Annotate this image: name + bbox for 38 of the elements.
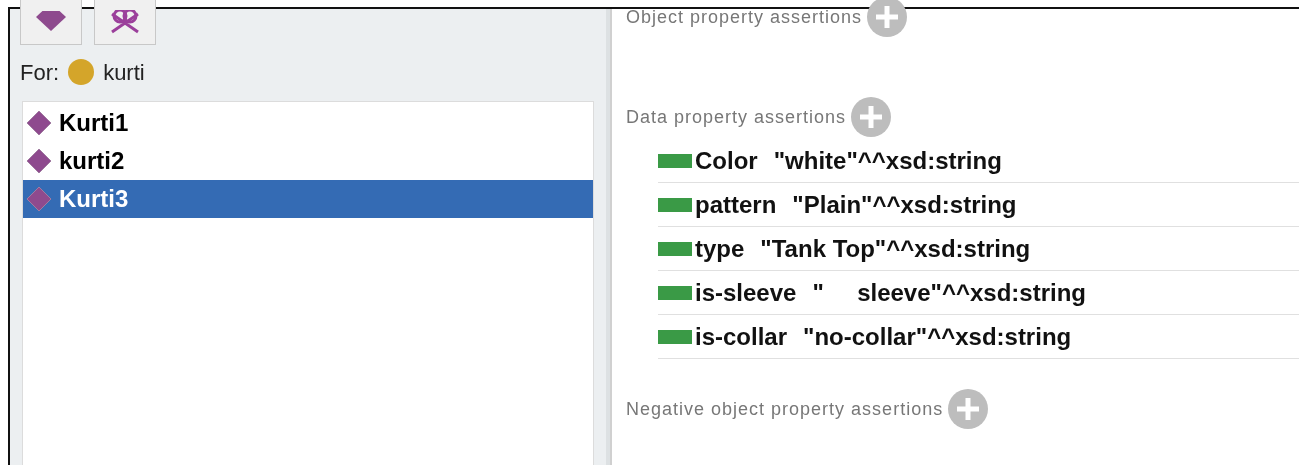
property-value: "no-collar"^^xsd:string bbox=[803, 321, 1072, 352]
property-name: is-sleeve bbox=[695, 277, 797, 308]
property-name: is-collar bbox=[695, 321, 788, 352]
assertion-row[interactable]: is-collar "no-collar"^^xsd:string bbox=[658, 315, 1299, 359]
data-property-icon bbox=[658, 197, 692, 212]
section-title: Data property assertions bbox=[626, 105, 847, 129]
class-name: kurti bbox=[103, 58, 145, 87]
property-value: "Plain"^^xsd:string bbox=[792, 189, 1017, 220]
assertion-row[interactable]: pattern "Plain"^^xsd:string bbox=[658, 183, 1299, 227]
section-title: Negative object property assertions bbox=[626, 397, 944, 421]
diamond-icon bbox=[25, 185, 53, 213]
diamond-icon bbox=[25, 109, 53, 137]
add-icon[interactable] bbox=[866, 0, 909, 38]
data-property-icon bbox=[658, 153, 692, 168]
property-value: " sleeve"^^xsd:string bbox=[812, 277, 1086, 308]
assertion-row[interactable]: type "Tank Top"^^xsd:string bbox=[658, 227, 1299, 271]
property-value: "Tank Top"^^xsd:string bbox=[760, 233, 1031, 264]
data-property-icon bbox=[658, 329, 692, 344]
toolbar-button[interactable] bbox=[94, 0, 156, 45]
toolbar-button[interactable] bbox=[20, 0, 82, 45]
data-property-icon bbox=[658, 241, 692, 256]
property-name: pattern bbox=[695, 189, 777, 220]
data-property-icon bbox=[658, 285, 692, 300]
assertion-row[interactable]: Color "white"^^xsd:string bbox=[658, 139, 1299, 183]
diamond-icon bbox=[25, 147, 53, 175]
property-value: "white"^^xsd:string bbox=[773, 145, 1002, 176]
property-name: type bbox=[695, 233, 745, 264]
individual-item[interactable]: kurti2 bbox=[23, 142, 593, 180]
property-name: Color bbox=[695, 145, 758, 176]
add-icon[interactable] bbox=[850, 96, 893, 138]
diamond-icon bbox=[34, 11, 68, 33]
section-title: Object property assertions bbox=[626, 5, 863, 29]
for-label: For: bbox=[20, 58, 60, 87]
assertion-row[interactable]: is-sleeve " sleeve"^^xsd:string bbox=[658, 271, 1299, 315]
individual-item[interactable]: Kurti1 bbox=[23, 104, 593, 142]
add-icon[interactable] bbox=[947, 388, 990, 430]
individual-item[interactable]: Kurti3 bbox=[23, 180, 593, 218]
class-circle-icon bbox=[67, 58, 96, 86]
